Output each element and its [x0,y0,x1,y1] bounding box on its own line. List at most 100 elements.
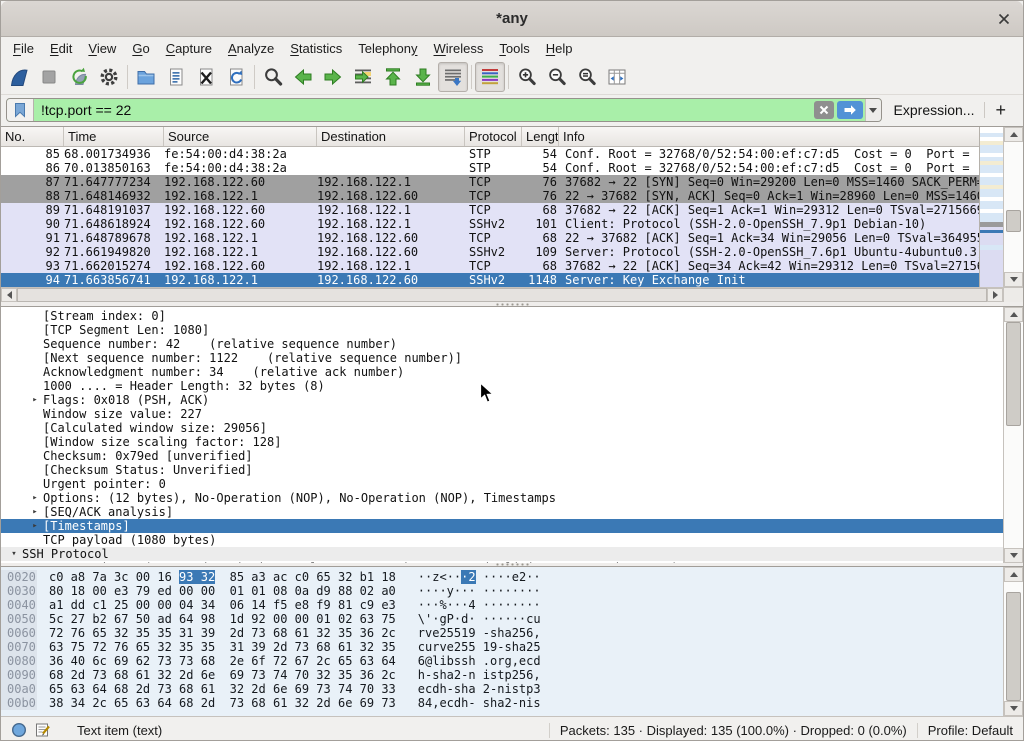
hex-bytes[interactable]: 5c 27 b2 67 50 ad 64 98 1d 92 00 00 01 0… [49,612,396,626]
packet-row[interactable]: 9171.648789678192.168.122.1192.168.122.6… [1,231,979,245]
expander-icon[interactable] [27,309,43,323]
filter-history-dropdown[interactable] [865,99,881,121]
menu-item[interactable]: Analyze [220,39,282,58]
scroll-down-button[interactable] [1004,272,1023,287]
packet-row[interactable]: 8871.648146932192.168.122.1192.168.122.6… [1,189,979,203]
expander-icon[interactable]: ▸ [27,505,43,519]
filter-clear-button[interactable] [814,101,834,119]
detail-row[interactable]: Sequence number: 42 (relative sequence n… [1,337,1003,351]
scroll-down-button[interactable] [1004,548,1023,563]
hex-bytes[interactable]: 38 34 2c 65 63 64 68 2d 73 68 61 32 2d 6… [49,696,396,710]
hex-row[interactable]: 0020c0 a8 7a 3c 00 16 93 32 85 a3 ac c0 … [1,570,1003,584]
details-vscrollbar[interactable] [1003,307,1023,563]
colorize-button[interactable] [475,62,505,92]
ascii-text[interactable]: ···%···4 ········ [418,598,541,612]
expander-icon[interactable] [27,435,43,449]
column-header[interactable]: Length [522,127,559,146]
stop-capture-button[interactable] [34,62,64,92]
profile-status[interactable]: Profile: Default [928,723,1013,738]
bytes-vscrollbar[interactable] [1003,567,1023,716]
resize-columns-button[interactable] [602,62,632,92]
hex-bytes[interactable]: c0 a8 7a 3c 00 16 [49,570,179,584]
ascii-text[interactable]: \'·gP·d· ······cu [418,612,541,626]
ascii-text[interactable]: ····y··· ········ [418,584,541,598]
packet-list-hscrollbar[interactable] [1,287,1003,302]
go-back-button[interactable] [288,62,318,92]
hex-bytes[interactable]: a1 dd c1 25 00 00 04 34 06 14 f5 e8 f9 8… [49,598,396,612]
column-header[interactable]: Info [559,127,979,146]
expander-icon[interactable] [27,421,43,435]
detail-row[interactable]: Acknowledgment number: 34 (relative ack … [1,365,1003,379]
expander-icon[interactable] [27,533,43,547]
open-file-button[interactable] [131,62,161,92]
add-filter-button[interactable]: + [985,101,1016,119]
hex-row[interactable]: 008036 40 6c 69 62 73 73 68 2e 6f 72 67 … [1,654,1003,668]
detail-row[interactable]: [TCP Segment Len: 1080] [1,323,1003,337]
hex-bytes[interactable]: 85 a3 ac c0 65 32 b1 18 [215,570,396,584]
hex-bytes[interactable]: 80 18 00 e3 79 ed 00 00 01 01 08 0a d9 8… [49,584,396,598]
column-header[interactable]: No. [1,127,64,146]
expander-icon[interactable] [27,463,43,477]
detail-row[interactable]: [Stream index: 0] [1,309,1003,323]
scroll-up-button[interactable] [1004,127,1023,142]
expression-button[interactable]: Expression... [882,102,985,118]
go-first-button[interactable] [378,62,408,92]
ascii-text[interactable]: ··z<·· [418,570,461,584]
ascii-text[interactable]: ····e2·· [476,570,541,584]
scroll-thumb[interactable] [17,288,987,302]
hex-bytes[interactable]: 63 75 72 76 65 32 35 35 31 39 2d 73 68 6… [49,640,396,654]
detail-row[interactable]: TCP payload (1080 bytes) [1,533,1003,547]
ascii-text[interactable]: h-sha2-n istp256, [418,668,541,682]
find-packet-button[interactable] [258,62,288,92]
packet-row[interactable]: 9371.662015274192.168.122.60192.168.122.… [1,259,979,273]
ascii-text[interactable]: 84,ecdh- sha2-nis [418,696,541,710]
hex-row[interactable]: 0040a1 dd c1 25 00 00 04 34 06 14 f5 e8 … [1,598,1003,612]
detail-row[interactable]: ▸[Timestamps] [1,519,1003,533]
detail-row[interactable]: Checksum: 0x79ed [unverified] [1,449,1003,463]
expander-icon[interactable]: ▸ [27,491,43,505]
menu-item[interactable]: Help [538,39,581,58]
hex-bytes[interactable]: 36 40 6c 69 62 73 73 68 2e 6f 72 67 2c 6… [49,654,396,668]
capture-comment-button[interactable] [35,722,51,738]
expander-icon[interactable] [27,351,43,365]
ascii-text[interactable]: curve255 19-sha25 [418,640,541,654]
detail-row[interactable]: Urgent pointer: 0 [1,477,1003,491]
hex-row[interactable]: 007063 75 72 76 65 32 35 35 31 39 2d 73 … [1,640,1003,654]
hex-row[interactable]: 00b038 34 2c 65 63 64 68 2d 73 68 61 32 … [1,696,1003,710]
expander-icon[interactable]: ▸ [27,393,43,407]
scroll-up-button[interactable] [1004,307,1023,322]
auto-scroll-button[interactable] [438,62,468,92]
expander-icon[interactable]: ▸ [27,519,43,533]
scroll-thumb[interactable] [1006,210,1021,232]
detail-row[interactable]: [Next sequence number: 1122 (relative se… [1,351,1003,365]
hex-row[interactable]: 006072 76 65 32 35 35 31 39 2d 73 68 61 … [1,626,1003,640]
detail-row[interactable]: ▸Flags: 0x018 (PSH, ACK) [1,393,1003,407]
expander-icon[interactable] [27,365,43,379]
hex-row[interactable]: 009068 2d 73 68 61 32 2d 6e 69 73 74 70 … [1,668,1003,682]
menu-item[interactable]: Telephony [350,39,425,58]
packet-row[interactable]: 9471.663856741192.168.122.1192.168.122.6… [1,273,979,287]
expander-icon[interactable] [27,323,43,337]
detail-row[interactable]: ▾SSH Protocol [1,547,1003,561]
expander-icon[interactable] [27,337,43,351]
detail-row[interactable]: ▸[SEQ/ACK analysis] [1,505,1003,519]
expander-icon[interactable] [27,449,43,463]
packet-list-vscrollbar[interactable] [1003,127,1023,287]
hex-bytes[interactable]: 72 76 65 32 35 35 31 39 2d 73 68 61 32 3… [49,626,396,640]
column-header[interactable]: Destination [317,127,465,146]
hex-bytes[interactable]: 65 63 64 68 2d 73 68 61 32 2d 6e 69 73 7… [49,682,396,696]
detail-row[interactable]: ▸SSH Version 2 (encryption:chacha20-poly… [1,561,1003,563]
reload-file-button[interactable] [221,62,251,92]
capture-options-button[interactable] [94,62,124,92]
detail-row[interactable]: [Window size scaling factor: 128] [1,435,1003,449]
close-file-button[interactable] [191,62,221,92]
menu-item[interactable]: File [5,39,42,58]
detail-row[interactable]: ▸Options: (12 bytes), No-Operation (NOP)… [1,491,1003,505]
packet-row[interactable]: 8568.001734936fe:54:00:d4:38:2aSTP54Conf… [1,147,979,161]
expander-icon[interactable]: ▸ [27,561,43,563]
column-header[interactable]: Time [64,127,164,146]
scroll-thumb[interactable] [1006,592,1021,701]
ascii-text[interactable]: 6@libssh .org,ecd [418,654,541,668]
filter-apply-button[interactable] [837,101,863,119]
packet-row[interactable]: 9071.648618924192.168.122.60192.168.122.… [1,217,979,231]
